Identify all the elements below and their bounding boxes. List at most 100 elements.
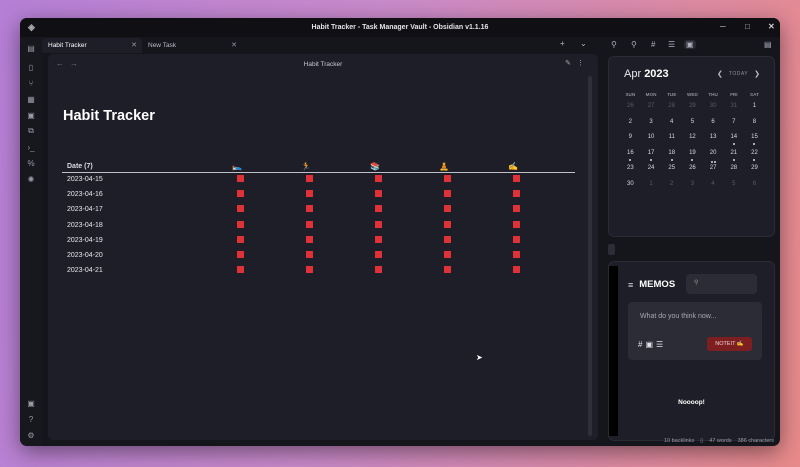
date-cell[interactable]: 2023-04-18 [62,218,232,233]
date-cell[interactable]: 2023-04-16 [62,187,232,202]
calendar-view-icon[interactable]: ▣ [684,40,696,49]
habit-read-header[interactable]: 📚 [370,161,439,173]
lightbulb-icon[interactable]: ✺ [24,172,38,186]
close-icon[interactable]: ✕ [768,22,775,31]
nav-arrows[interactable]: ←→ [56,59,84,68]
habit-missed-icon[interactable] [306,251,313,259]
date-cell[interactable]: 2023-04-19 [62,233,232,248]
calendar-day[interactable]: 16 [620,150,641,166]
calendar-day[interactable]: 14 [723,134,744,150]
calendar-day[interactable]: 12 [682,134,703,150]
habit-sleep-header[interactable]: 🛌 [232,161,301,173]
file-icon[interactable]: ▯ [24,60,38,74]
habit-missed-icon[interactable] [237,175,244,183]
list-icon[interactable]: ☰ [656,340,666,349]
habit-missed-icon[interactable] [306,190,313,198]
minimize-icon[interactable]: ─ [720,22,726,31]
next-month-icon[interactable]: ❯ [754,70,760,78]
calendar-day[interactable]: 3 [682,181,703,197]
habit-missed-icon[interactable] [513,251,520,259]
habit-missed-icon[interactable] [375,220,382,228]
habit-missed-icon[interactable] [306,235,313,243]
maximize-icon[interactable]: □ [745,22,750,31]
habit-missed-icon[interactable] [444,235,451,243]
date-column-header[interactable]: Date (7) [62,161,232,173]
backlinks-icon[interactable]: ⚲ [611,40,617,49]
calendar-day[interactable]: 29 [682,103,703,119]
habit-missed-icon[interactable] [306,175,313,183]
pane-resize-handle[interactable] [608,244,615,255]
habit-missed-icon[interactable] [237,205,244,213]
habit-missed-icon[interactable] [513,190,520,198]
calendar-day[interactable]: 2 [661,181,682,197]
habit-missed-icon[interactable] [513,266,520,274]
memos-search-input[interactable]: ⚲ [686,274,757,294]
outgoing-links-icon[interactable]: ⚲ [631,40,637,49]
edit-more-icons[interactable]: ✎⋮ [565,59,590,67]
habit-missed-icon[interactable] [513,205,520,213]
noteit-button[interactable]: NOTEIT ✍ [707,337,752,351]
habit-missed-icon[interactable] [237,220,244,228]
habit-missed-icon[interactable] [375,266,382,274]
calendar-day[interactable]: 21 [723,150,744,166]
calendar-day[interactable]: 11 [661,134,682,150]
habit-missed-icon[interactable] [375,251,382,259]
habit-missed-icon[interactable] [513,235,520,243]
habit-missed-icon[interactable] [306,220,313,228]
calendar-day[interactable]: 27 [703,165,724,181]
tab-list-chevron-icon[interactable]: ⌄ [580,39,587,48]
habit-missed-icon[interactable] [444,266,451,274]
habit-run-header[interactable]: 🏃 [301,161,370,173]
calendar-day[interactable]: 5 [682,119,703,135]
right-sidebar-toggle-icon[interactable]: ▤ [764,40,772,49]
calendar-icon[interactable]: ▣ [24,108,38,122]
percent-icon[interactable]: % [24,156,38,170]
sidebar-toggle-icon[interactable]: ▤ [24,41,38,55]
calendar-day[interactable]: 6 [703,119,724,135]
copy-icon[interactable]: ⧉ [24,124,38,138]
calendar-day[interactable]: 1 [641,181,662,197]
habit-missed-icon[interactable] [237,235,244,243]
habit-missed-icon[interactable] [444,220,451,228]
habit-missed-icon[interactable] [375,205,382,213]
calendar-day[interactable]: 13 [703,134,724,150]
canvas-icon[interactable]: ▦ [24,92,38,106]
calendar-day[interactable]: 3 [641,119,662,135]
graph-view-icon[interactable]: ⑂ [24,76,38,90]
calendar-day[interactable]: 30 [620,181,641,197]
habit-missed-icon[interactable] [306,205,313,213]
habit-missed-icon[interactable] [444,175,451,183]
date-cell[interactable]: 2023-04-15 [62,172,232,187]
habit-missed-icon[interactable] [375,235,382,243]
habit-missed-icon[interactable] [375,175,382,183]
calendar-day[interactable]: 1 [744,103,765,119]
habit-missed-icon[interactable] [237,190,244,198]
habit-missed-icon[interactable] [444,205,451,213]
memo-editor[interactable]: What do you think now... #▣☰ NOTEIT ✍ [628,302,762,360]
calendar-day[interactable]: 17 [641,150,662,166]
calendar-day[interactable]: 30 [703,103,724,119]
calendar-day[interactable]: 5 [723,181,744,197]
habit-missed-icon[interactable] [513,220,520,228]
calendar-day[interactable]: 9 [620,134,641,150]
calendar-day[interactable]: 2 [620,119,641,135]
habit-missed-icon[interactable] [513,175,520,183]
calendar-day[interactable]: 26 [620,103,641,119]
memo-input-placeholder[interactable]: What do you think now... [640,313,716,320]
calendar-day[interactable]: 23 [620,165,641,181]
calendar-day[interactable]: 4 [703,181,724,197]
calendar-day[interactable]: 15 [744,134,765,150]
close-tab-icon[interactable]: ✕ [131,41,137,49]
terminal-icon[interactable]: ›_ [24,140,38,154]
calendar-day[interactable]: 20 [703,150,724,166]
calendar-day[interactable]: 29 [744,165,765,181]
menu-icon[interactable]: ≡ [628,280,633,290]
tab-habit-tracker[interactable]: Habit Tracker ✕ [42,38,142,53]
view-header-title[interactable]: Habit Tracker [304,61,343,68]
calendar-day[interactable]: 26 [682,165,703,181]
date-cell[interactable]: 2023-04-17 [62,202,232,217]
image-icon[interactable]: ▣ [645,340,656,349]
calendar-day[interactable]: 28 [723,165,744,181]
calendar-day[interactable]: 28 [661,103,682,119]
editor-scrollbar[interactable] [588,76,592,436]
